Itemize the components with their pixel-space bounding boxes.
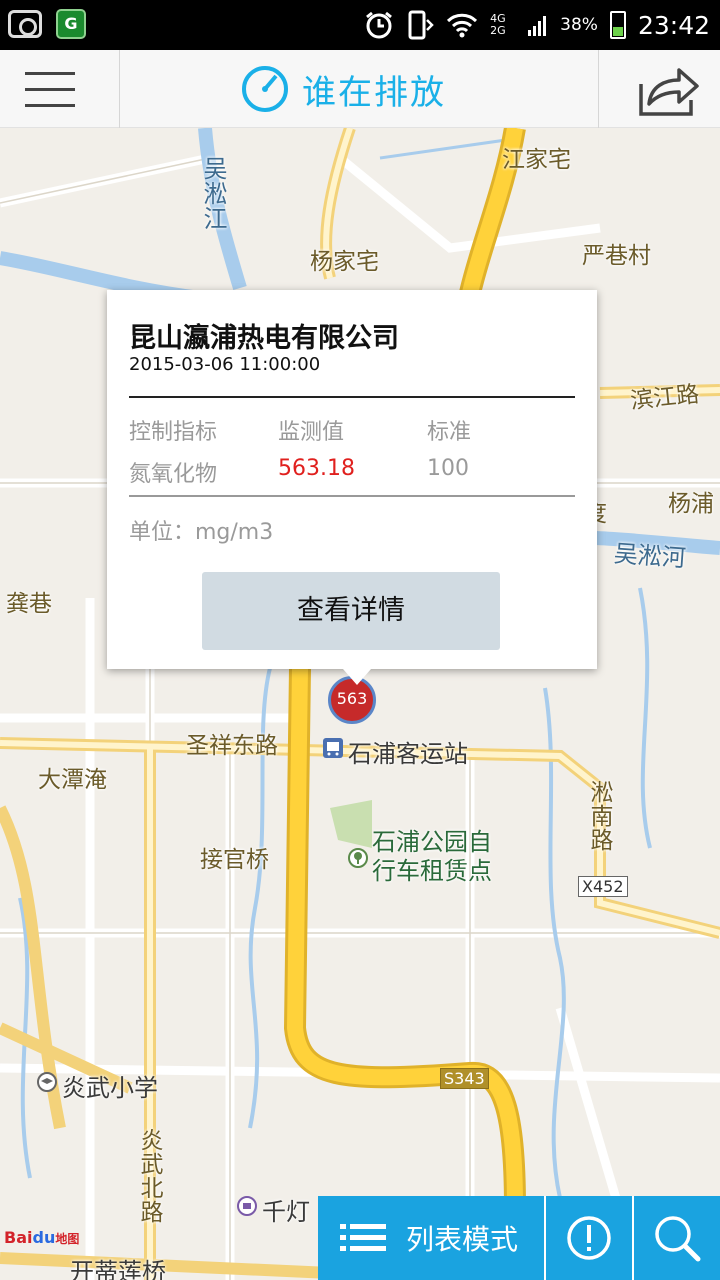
menu-button[interactable] [0,50,120,128]
map-label-wusong-jiang: 吴淞江 [199,156,227,231]
map-label-shengxiangdonglu: 圣祥东路 [186,733,278,759]
view-details-button[interactable]: 查看详情 [202,572,500,650]
map-label-gongxiang: 龚巷 [6,591,52,617]
map-label-yangjiazhai: 杨家宅 [310,249,379,275]
map-label-jiangjiazhai: 江家宅 [502,147,571,173]
map-label-songnanlu: 淞南路 [586,780,612,852]
share-icon [639,68,699,116]
map-label-qiandeng: 千灯 [262,1198,310,1226]
header-standard: 标准 [427,420,472,445]
battery-percent: 38% [560,15,598,35]
map-label-wusonghe: 吴淞河 [612,539,687,573]
divider [129,396,575,398]
status-bar: G 4G 2G 38% 23:42 [0,0,720,50]
measured-value: 563.18 [278,456,355,481]
exclamation-circle-icon [567,1216,611,1260]
network-type: 4G 2G [490,12,506,37]
map-label-kaidilianqiao: 开蒂莲桥 [70,1258,166,1280]
search-button[interactable] [632,1196,720,1280]
list-icon [340,1224,386,1251]
share-button[interactable] [598,50,720,128]
baidu-map-logo: Baidu地图 [4,1228,79,1247]
standard-value: 100 [427,456,469,481]
info-popup: 昆山瀛浦热电有限公司 2015-03-06 11:00:00 控制指标 监测值 … [107,290,597,685]
logo-du: du [32,1228,56,1247]
logo-bai: Bai [4,1228,33,1247]
alarm-icon [366,11,393,39]
map-label-yangpu: 杨浦 [668,491,714,517]
unit-label: 单位：mg/m3 [129,520,274,545]
bus-stop-icon [323,738,343,758]
header-value: 监测值 [278,420,345,445]
page-title: 谁在排放 [302,72,446,113]
hamburger-line [25,104,75,107]
record-datetime: 2015-03-06 11:00:00 [129,354,321,375]
wifi-icon [447,13,478,38]
gauge-logo-icon [242,66,288,112]
header-indicator: 控制指标 [129,420,218,445]
list-mode-label: 列表模式 [406,1223,519,1256]
map-label-datanyan: 大潭淹 [38,767,107,793]
map-label-yanwuxiaoxue: 炎武小学 [62,1074,158,1102]
map-label-jieguanqiao: 接官桥 [200,847,269,873]
clock: 23:42 [637,10,710,40]
park-line-1: 石浦公园自 [372,828,492,856]
school-poi-icon [37,1072,57,1092]
map-label-yanwubeilu: 炎武北路 [136,1128,162,1224]
vibrate-icon [408,10,434,40]
park-line-2: 行车租赁点 [372,857,492,885]
hamburger-icon [25,72,75,75]
map-label-park: 石浦公园自 行车租赁点 [372,828,492,886]
road-badge-x452: X452 [578,876,628,897]
company-name: 昆山瀛浦热电有限公司 [129,323,399,354]
logo-ditu: 地图 [55,1232,80,1246]
indicator-name: 氮氧化物 [129,462,218,487]
list-mode-button[interactable]: 列表模式 [318,1196,544,1280]
hamburger-line [25,88,75,91]
map-label-bus-station: 石浦客运站 [348,740,468,768]
poi-icon [237,1196,257,1216]
app-notification-icon: G [56,9,86,39]
app-header: 谁在排放 [0,50,720,128]
signal-icon [528,16,547,36]
map-label-yanxiangcun: 严巷村 [582,243,651,269]
park-poi-icon [348,848,368,868]
alert-button[interactable] [544,1196,632,1280]
search-icon [655,1216,701,1262]
screenshot-icon [8,10,42,38]
divider [129,495,575,497]
battery-icon [609,11,626,39]
bottom-toolbar: 列表模式 [318,1196,720,1280]
road-badge-s343: S343 [440,1068,489,1089]
map-label-binjianglu: 滨江路 [629,381,701,415]
